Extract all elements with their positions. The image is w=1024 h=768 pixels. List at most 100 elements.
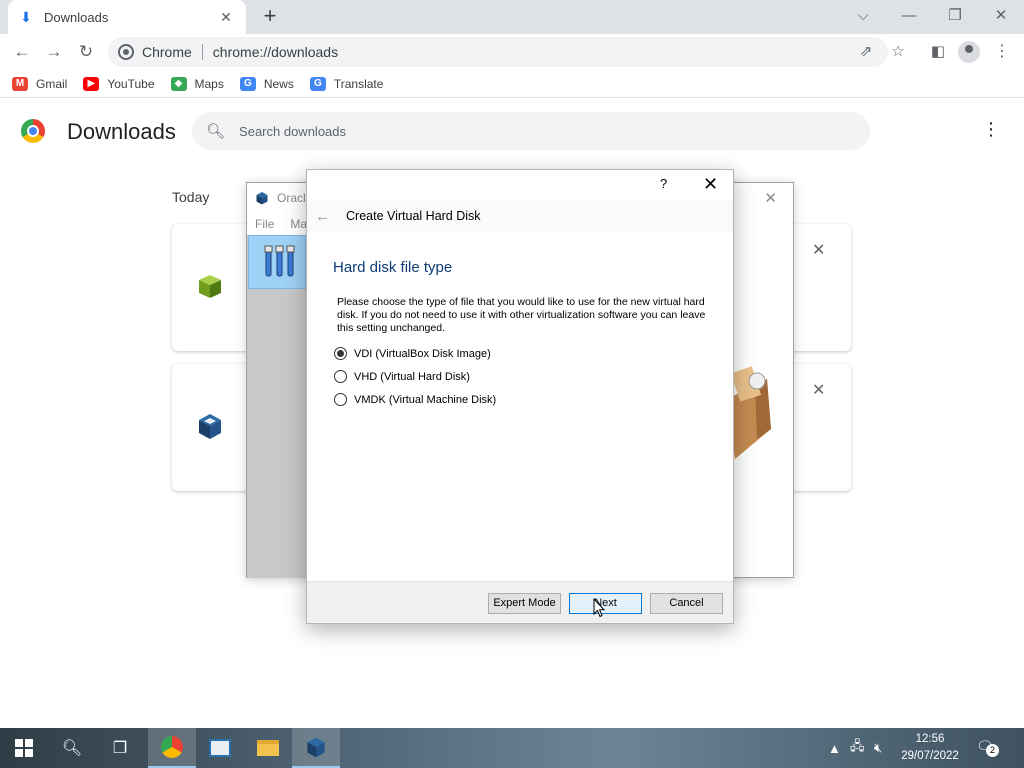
section-label: Today xyxy=(172,189,210,205)
windows-logo-icon xyxy=(15,739,33,757)
restore-button[interactable]: ❐ xyxy=(932,4,978,28)
address-bar[interactable]: Chrome chrome://downloads xyxy=(108,37,888,67)
bookmarks-bar: M Gmail ▶ YouTube ◆ Maps G News G Transl… xyxy=(0,70,1024,98)
divider xyxy=(201,44,203,60)
package-icon xyxy=(199,275,221,298)
option-vhd[interactable]: VHD (Virtual Hard Disk) xyxy=(334,370,470,383)
volume-muted-icon[interactable]: 🔇︎ xyxy=(874,728,882,768)
reload-button[interactable]: ↻ xyxy=(74,40,98,64)
bookmark-news[interactable]: G News xyxy=(239,76,294,91)
tab-close-icon[interactable]: ✕ xyxy=(216,9,236,26)
radio-button[interactable] xyxy=(334,370,347,383)
bookmark-translate[interactable]: G Translate xyxy=(309,76,384,91)
clock-date: 29/07/2022 xyxy=(901,750,959,762)
wizard-header: ← Create Virtual Hard Disk xyxy=(307,200,733,232)
virtualbox-icon xyxy=(307,737,325,758)
tools-item[interactable] xyxy=(248,235,306,289)
virtualbox-icon xyxy=(199,414,221,439)
option-label: VHD (Virtual Hard Disk) xyxy=(354,370,470,383)
toolbox-illustration xyxy=(727,366,771,459)
remove-download-icon[interactable]: ✕ xyxy=(812,380,825,400)
bookmark-label: Gmail xyxy=(36,76,68,91)
help-button[interactable]: ? xyxy=(660,176,667,191)
clock[interactable]: 12:56 29/07/2022 xyxy=(896,731,964,765)
tab-strip: ⬇ Downloads ✕ + ⌵ — ❐ ✕ xyxy=(0,0,1024,34)
notification-badge: 2 xyxy=(986,744,999,757)
search-box[interactable]: 🔍︎ xyxy=(192,112,870,150)
page-heading: Hard disk file type xyxy=(333,259,453,276)
downloads-header: Downloads 🔍︎ ⋮ xyxy=(0,100,1024,162)
bookmark-gmail[interactable]: M Gmail xyxy=(12,76,68,91)
back-button[interactable]: ← xyxy=(10,40,34,64)
search-input[interactable] xyxy=(239,123,840,139)
clock-time: 12:56 xyxy=(915,733,945,745)
mouse-cursor-icon xyxy=(593,598,605,618)
expert-mode-button[interactable]: Expert Mode xyxy=(488,593,561,614)
app-taskbar-icon[interactable] xyxy=(196,728,244,768)
virtualbox-icon xyxy=(256,192,268,205)
close-dialog-button[interactable]: ✕ xyxy=(703,174,718,195)
back-arrow-icon[interactable]: ← xyxy=(315,208,330,225)
tab-title: Downloads xyxy=(44,9,109,25)
chrome-site-icon xyxy=(118,44,134,60)
tab-search-icon[interactable]: ⌵ xyxy=(840,4,886,28)
forward-button[interactable]: → xyxy=(42,40,66,64)
profile-avatar[interactable] xyxy=(958,41,980,63)
side-panel-icon[interactable]: ◧ xyxy=(926,40,950,64)
search-taskbar-icon[interactable]: 🔍︎ xyxy=(48,728,96,768)
minimize-button[interactable]: — xyxy=(886,4,932,28)
close-window-button[interactable]: ✕ xyxy=(978,4,1024,28)
radio-button[interactable] xyxy=(334,393,347,406)
chrome-icon xyxy=(161,736,183,758)
more-actions-icon[interactable]: ⋮ xyxy=(982,119,1000,140)
task-view-icon[interactable]: ❐ xyxy=(96,728,144,768)
chrome-taskbar-icon[interactable] xyxy=(148,728,196,768)
windows-taskbar: 🔍︎ ❐ ▲ 🖧︎ 🔇︎ 12:56 29/07/2022 🗨︎ 2 xyxy=(0,728,1024,768)
bookmark-label: Translate xyxy=(333,76,384,91)
description-text: Please choose the type of file that you … xyxy=(337,296,706,334)
chrome-menu-icon[interactable]: ⋮ xyxy=(994,40,1010,64)
gmail-icon: M xyxy=(12,76,28,91)
show-hidden-icons[interactable]: ▲ xyxy=(828,728,841,768)
browser-toolbar: ← → ↻ Chrome chrome://downloads ⇗ ☆ ◧ ⋮ xyxy=(0,34,1024,70)
next-button[interactable]: Next xyxy=(569,593,642,614)
cancel-button[interactable]: Cancel xyxy=(650,593,723,614)
menu-machine[interactable]: Ma xyxy=(290,217,307,231)
site-name: Chrome xyxy=(142,44,192,60)
bookmark-maps[interactable]: ◆ Maps xyxy=(170,76,224,91)
youtube-icon: ▶ xyxy=(83,76,100,91)
bookmark-youtube[interactable]: ▶ YouTube xyxy=(83,76,155,91)
window-icon xyxy=(209,739,231,757)
chrome-logo-icon xyxy=(21,119,45,143)
close-icon[interactable]: ✕ xyxy=(764,189,777,207)
url-text[interactable]: chrome://downloads xyxy=(213,44,338,60)
menu-file[interactable]: File xyxy=(255,217,274,231)
maps-icon: ◆ xyxy=(170,76,187,91)
bookmark-label: Maps xyxy=(194,76,224,91)
option-vdi[interactable]: VDI (VirtualBox Disk Image) xyxy=(334,347,491,360)
dialog-titlebar: ? ✕ xyxy=(307,170,733,200)
file-explorer-icon[interactable] xyxy=(244,728,292,768)
tab-downloads[interactable]: ⬇ Downloads ✕ xyxy=(8,0,246,34)
create-virtual-hard-disk-dialog: ? ✕ ← Create Virtual Hard Disk Hard disk… xyxy=(306,169,734,624)
bookmark-label: News xyxy=(263,76,294,91)
start-button[interactable] xyxy=(0,728,48,768)
action-center-icon[interactable]: 🗨︎ 2 xyxy=(976,738,999,758)
bookmark-label: YouTube xyxy=(107,76,155,91)
download-icon: ⬇ xyxy=(20,8,32,25)
network-icon[interactable]: 🖧︎ xyxy=(850,728,865,768)
tools-icon xyxy=(264,245,295,277)
radio-button[interactable] xyxy=(334,347,347,360)
search-icon: 🔍︎ xyxy=(206,123,226,140)
translate-icon: G xyxy=(309,76,326,91)
option-label: VDI (VirtualBox Disk Image) xyxy=(354,347,491,360)
virtualbox-taskbar-icon[interactable] xyxy=(292,728,340,768)
new-tab-button[interactable]: + xyxy=(258,4,282,28)
page-title: Downloads xyxy=(67,119,176,144)
bookmark-star-icon[interactable]: ☆ xyxy=(886,40,910,64)
remove-download-icon[interactable]: ✕ xyxy=(812,240,825,260)
folder-icon xyxy=(257,740,279,756)
option-label: VMDK (Virtual Machine Disk) xyxy=(354,393,497,406)
option-vmdk[interactable]: VMDK (Virtual Machine Disk) xyxy=(334,393,496,406)
share-icon[interactable]: ⇗ xyxy=(854,40,878,64)
